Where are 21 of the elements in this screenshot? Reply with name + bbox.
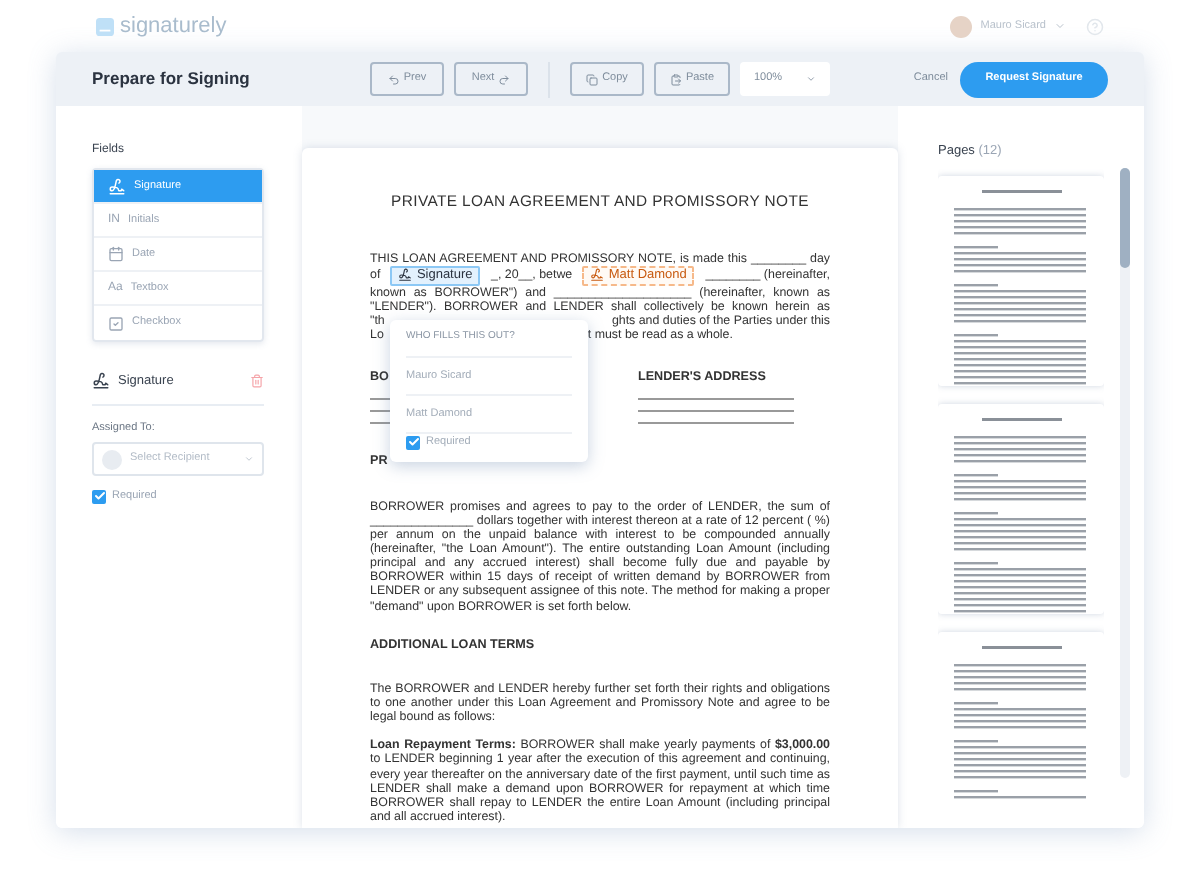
chevron-down-icon <box>806 74 816 84</box>
redo-arrow-icon <box>498 73 511 85</box>
chevron-down-icon <box>244 454 254 464</box>
signature-icon <box>108 177 126 195</box>
checkbox-icon <box>108 315 124 331</box>
avatar[interactable] <box>950 15 973 37</box>
calendar-icon <box>108 246 124 262</box>
clipboard-icon <box>669 73 682 85</box>
checkbox[interactable] <box>406 435 420 450</box>
undo-arrow-icon <box>387 73 400 85</box>
signature-icon <box>590 268 605 283</box>
scrollbar[interactable] <box>1120 168 1130 778</box>
page-title: Prepare for Signing <box>92 66 252 92</box>
logo-text: signaturely <box>120 11 227 42</box>
copy-icon <box>586 73 599 85</box>
checkbox[interactable] <box>92 489 106 504</box>
signature-icon <box>398 268 413 283</box>
chevron-down-icon[interactable] <box>1054 20 1066 32</box>
trash-icon[interactable] <box>250 374 264 389</box>
signature-icon <box>92 372 110 391</box>
logo-icon <box>96 17 114 35</box>
